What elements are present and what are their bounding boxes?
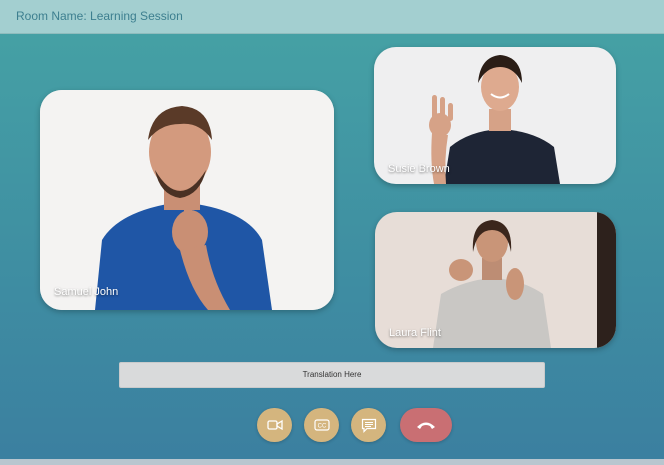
- closed-captions-icon: CC: [313, 419, 330, 431]
- participant-name: Laura Flint: [389, 327, 441, 339]
- video-tile-laura-flint[interactable]: Laura Flint: [375, 212, 616, 348]
- end-call-button[interactable]: [400, 408, 452, 442]
- phone-hangup-icon: [417, 422, 435, 429]
- translation-box: Translation Here: [119, 362, 545, 388]
- svg-text:CC: CC: [317, 424, 326, 430]
- bottom-bar: [0, 459, 664, 465]
- video-tile-susie-brown[interactable]: Susie Brown: [374, 47, 616, 184]
- participant-name: Susie Brown: [388, 163, 450, 175]
- participant-video-feed: [40, 90, 334, 310]
- room-name-title: Room Name: Learning Session: [16, 9, 183, 23]
- video-toggle-button[interactable]: [257, 408, 292, 442]
- video-camera-icon: [266, 419, 283, 431]
- chat-button[interactable]: [351, 408, 386, 442]
- video-tile-samuel-john[interactable]: Samuel John: [40, 90, 334, 310]
- top-bar: Room Name: Learning Session: [0, 0, 664, 34]
- chat-message-icon: [361, 418, 376, 433]
- closed-captions-button[interactable]: CC: [304, 408, 339, 442]
- participant-name: Samuel John: [54, 286, 119, 298]
